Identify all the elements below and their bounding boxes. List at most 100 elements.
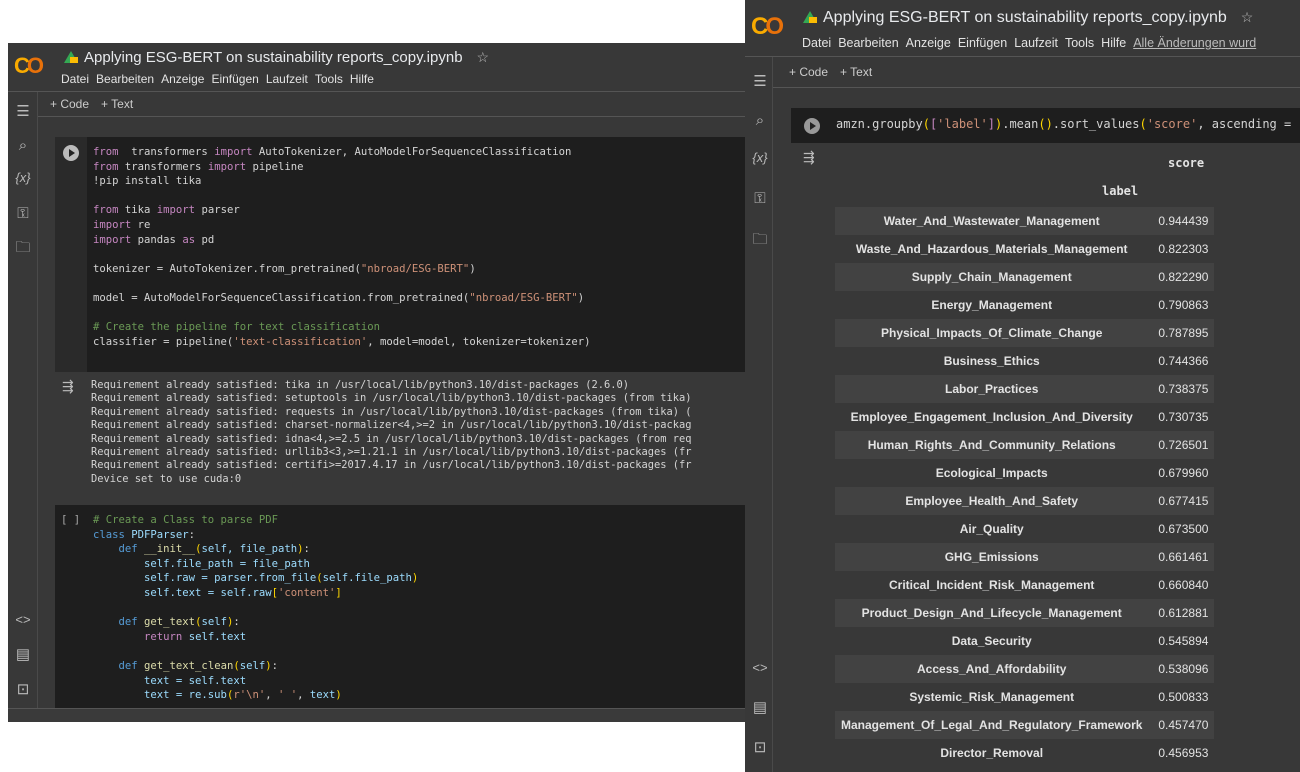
colab-logo[interactable]: CO [751, 13, 784, 41]
code-line: self.text = self.raw['content'] [93, 586, 418, 601]
code-token: from [93, 160, 119, 173]
menu-item[interactable]: Einfügen [211, 72, 258, 86]
menu-item[interactable]: Anzeige [161, 72, 204, 86]
menu-item[interactable]: Einfügen [958, 36, 1007, 50]
menu-bar: Datei Bearbeiten Anzeige Einfügen Laufzeit To… [61, 72, 381, 86]
star-icon[interactable]: ☆ [477, 49, 490, 65]
row-score: 0.822303 [1158, 242, 1209, 256]
cell-output: Requirement already satisfied: tika in /… [91, 379, 692, 486]
folder-icon[interactable]: 🗀 [750, 229, 770, 254]
add-text-button[interactable]: + Text [840, 65, 872, 79]
add-code-button[interactable]: + Code [789, 65, 828, 79]
variables-icon[interactable]: {x} [13, 170, 33, 185]
run-button[interactable] [63, 145, 79, 161]
table-row: Employee_Engagement_Inclusion_And_Divers… [835, 403, 1214, 431]
add-code-button[interactable]: + Code [50, 97, 89, 111]
code-token: import [207, 160, 247, 173]
row-label: Physical_Impacts_Of_Climate_Change [880, 326, 1103, 340]
code-snippets-icon[interactable]: <> [750, 660, 770, 675]
header: CO Applying ESG-BERT on sustainability r… [8, 43, 745, 92]
terminal-icon[interactable]: ⊡ [13, 680, 33, 698]
code-editor[interactable]: amzn.groupby(['label']).mean().sort_valu… [836, 117, 1298, 132]
terminal-icon[interactable]: ⊡ [750, 738, 770, 756]
code-token: import [93, 233, 132, 246]
drive-icon [64, 51, 78, 63]
code-token: get_text_clean [137, 659, 234, 672]
menu-item[interactable]: Laufzeit [266, 72, 308, 86]
code-token: pd [195, 233, 215, 246]
table-row: Energy_Management 0.790863 [835, 291, 1214, 319]
code-token: 'text-classification' [233, 335, 368, 348]
table-row: Labor_Practices 0.738375 [835, 375, 1215, 403]
notebook-title[interactable]: Applying ESG-BERT on sustainability repo… [64, 49, 489, 66]
menu-item[interactable]: Datei [802, 36, 831, 50]
code-token: , [297, 689, 310, 702]
left-sidebar: ☰ ⌕ {x} ⚿ 🗀 <> ▤ ⊡ [8, 92, 38, 722]
colab-logo[interactable]: CO [14, 53, 44, 79]
code-token: "nbroad/ESG-BERT" [360, 262, 470, 275]
key-icon[interactable]: ⚿ [750, 190, 770, 207]
row-label: Energy_Management [931, 298, 1053, 312]
row-score: 0.457470 [1158, 718, 1209, 732]
row-score: 0.660840 [1158, 578, 1209, 592]
code-token: __init__ [137, 543, 196, 556]
menu-item[interactable]: Tools [1065, 36, 1094, 50]
output-toggle-icon[interactable]: ⇶ [62, 378, 74, 395]
toc-icon[interactable]: ☰ [750, 72, 770, 90]
row-label: Waste_And_Hazardous_Materials_Management [855, 242, 1128, 256]
folder-icon[interactable]: 🗀 [13, 237, 33, 262]
add-text-button[interactable]: + Text [101, 97, 133, 111]
command-palette-icon[interactable]: ▤ [13, 645, 33, 663]
code-token: self.text [182, 630, 247, 643]
star-icon[interactable]: ☆ [1241, 9, 1254, 25]
search-icon[interactable]: ⌕ [13, 137, 33, 154]
code-cell-2[interactable]: [ ] # Create a Class to parse PDF class P… [55, 505, 745, 710]
save-status-link[interactable]: Alle Änderungen wurd [1133, 36, 1256, 50]
menu-item[interactable]: Bearbeiten [838, 36, 898, 50]
code-token: # Create the pipeline for text classific… [93, 321, 381, 334]
menu-item[interactable]: Hilfe [1101, 36, 1126, 50]
code-line: import re [93, 218, 591, 233]
output-toggle-icon[interactable]: ⇶ [803, 149, 815, 166]
code-snippets-icon[interactable]: <> [13, 612, 33, 627]
code-token: AutoTokenizer, AutoModelForSequenceClass… [252, 146, 572, 158]
code-token: transformers [118, 160, 208, 173]
menu-item[interactable]: Datei [61, 72, 89, 86]
search-icon[interactable]: ⌕ [750, 112, 770, 129]
code-line: model = AutoModelForSequenceClassificati… [93, 291, 591, 306]
key-icon[interactable]: ⚿ [13, 205, 33, 222]
table-row: Employee_Health_And_Safety 0.677415 [835, 487, 1215, 515]
code-token: .sort_values [1052, 117, 1140, 131]
code-token: ( [1139, 117, 1147, 131]
command-palette-icon[interactable]: ▤ [750, 698, 770, 716]
run-button[interactable] [804, 118, 820, 134]
cell-gutter [55, 137, 87, 372]
toc-icon[interactable]: ☰ [13, 102, 33, 120]
code-token: def [118, 616, 138, 629]
notebook-title[interactable]: Applying ESG-BERT on sustainability repo… [803, 9, 1253, 27]
row-label: Director_Removal [940, 746, 1044, 760]
left-sidebar: ☰ ⌕ {x} ⚿ 🗀 <> ▤ ⊡ [745, 57, 773, 772]
menu-item[interactable]: Hilfe [350, 72, 374, 86]
row-score: 0.787895 [1158, 326, 1209, 340]
header: CO Applying ESG-BERT on sustainability r… [745, 0, 1300, 57]
code-token: () [1038, 117, 1053, 131]
variables-icon[interactable]: {x} [750, 150, 770, 165]
title-text: Applying ESG-BERT on sustainability repo… [84, 49, 463, 66]
code-token: self, file_path [201, 543, 298, 556]
code-token: # Create a Class to parse PDF [93, 514, 278, 526]
code-editor[interactable]: from transformers import AutoTokenizer, … [93, 145, 591, 349]
code-editor[interactable]: # Create a Class to parse PDF class PDFPa… [93, 513, 418, 703]
code-line: text = self.text [93, 674, 418, 689]
code-line: self.file_path = file_path [93, 557, 418, 572]
menu-item[interactable]: Anzeige [906, 36, 951, 50]
code-token: : [233, 616, 240, 629]
code-cell-1[interactable]: from transformers import AutoTokenizer, … [55, 137, 745, 372]
menu-item[interactable]: Bearbeiten [96, 72, 154, 86]
menu-item[interactable]: Laufzeit [1014, 36, 1058, 50]
menu-item[interactable]: Tools [315, 72, 343, 86]
code-cell[interactable]: amzn.groupby(['label']).mean().sort_valu… [791, 108, 1300, 143]
code-line: class PDFParser: [93, 528, 418, 543]
